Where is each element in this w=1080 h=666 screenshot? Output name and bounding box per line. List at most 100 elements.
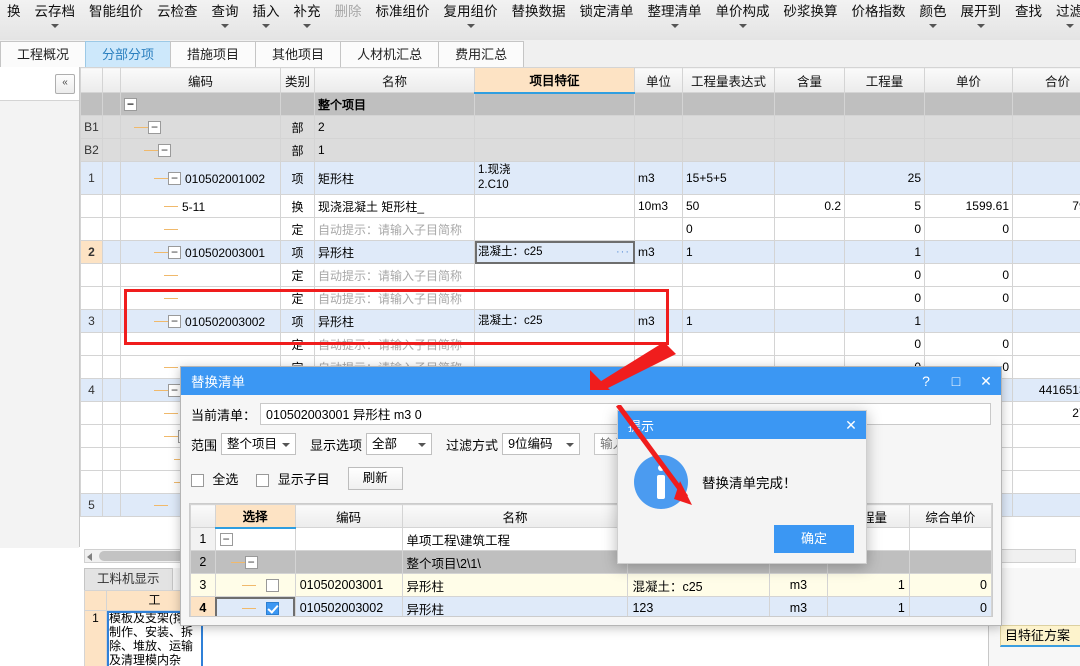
chevron-down-icon[interactable] — [738, 24, 747, 28]
ribbon-item-13[interactable]: 单价构成 — [709, 0, 777, 37]
expression-cell[interactable] — [682, 332, 775, 356]
total-price-cell[interactable] — [1012, 217, 1080, 241]
code-cell[interactable]: − — [120, 92, 281, 116]
rate-cell[interactable]: 0.2 — [774, 194, 845, 218]
unit-price-cell[interactable] — [924, 138, 1013, 162]
ribbon-item-12[interactable]: 整理清单 — [641, 0, 709, 37]
rate-cell[interactable] — [774, 138, 845, 162]
total-price-cell[interactable]: 441651354 — [1012, 378, 1080, 402]
scope-select[interactable]: 整个项目 — [221, 433, 297, 455]
total-price-cell[interactable] — [1012, 447, 1080, 471]
table-row[interactable]: 2−010502003001 项异形柱 混凝土：c25 ··· m3 1 1 — [80, 240, 1080, 264]
table-row[interactable]: 1 −010502001002 项矩形柱 1.现浇 2.C10 m3 15+5+5 25 — [80, 161, 1080, 195]
quantity-cell[interactable]: 25 — [844, 161, 925, 195]
dialog-table-row[interactable]: 4 010502003002 异形柱 123 m3 1 0 — [190, 596, 992, 616]
dialog-name-cell[interactable]: 单项工程\建筑工程 — [401, 527, 629, 551]
expand-toggle-icon[interactable]: − — [168, 246, 181, 260]
kind-cell[interactable]: 定 — [280, 217, 315, 241]
unit-price-cell[interactable]: 0 — [924, 263, 1013, 287]
dialog-col-header-3[interactable]: 名称 — [401, 504, 629, 528]
maximize-icon[interactable]: □ — [941, 367, 971, 395]
ribbon-item-6[interactable]: 补充 — [287, 0, 328, 37]
ribbon-item-19[interactable]: 过滤 — [1049, 0, 1080, 37]
ribbon-item-18[interactable]: 查找 — [1008, 0, 1049, 37]
table-row[interactable]: 定自动提示：请输入子目简称 0 0 0 — [80, 217, 1080, 241]
grid-col-header-1[interactable] — [102, 67, 121, 93]
expand-toggle-icon[interactable]: − — [168, 315, 181, 329]
grid-col-header-9[interactable]: 工程量 — [844, 67, 925, 93]
quantity-cell[interactable]: 5 — [844, 194, 925, 218]
tab-3[interactable]: 其他项目 — [255, 41, 342, 67]
table-row[interactable]: 3−010502003002 项异形柱 混凝土：c25 m3 1 1 — [80, 309, 1080, 333]
feature-cell[interactable] — [474, 286, 635, 310]
dialog-name-cell[interactable]: 整个项目\2\1\ — [401, 550, 629, 574]
unit-cell[interactable] — [634, 92, 683, 116]
quantity-cell[interactable]: 0 — [844, 217, 925, 241]
rate-cell[interactable] — [774, 115, 845, 139]
feature-cell[interactable]: 1.现浇 2.C10 — [474, 161, 635, 195]
code-cell[interactable] — [120, 217, 281, 241]
kind-cell[interactable]: 部 — [280, 115, 315, 139]
tab-1[interactable]: 分部分项 — [85, 41, 172, 67]
rate-cell[interactable] — [774, 161, 845, 195]
rate-cell[interactable] — [774, 217, 845, 241]
table-row[interactable]: 定自动提示：请输入子目简称 00 — [80, 263, 1080, 287]
total-price-cell[interactable]: 2752 — [1012, 401, 1080, 425]
table-row[interactable]: B1 − 部 2 — [80, 115, 1080, 139]
table-row[interactable]: − 整个项目 — [80, 92, 1080, 116]
ribbon-item-14[interactable]: 砂浆换算 — [777, 0, 845, 37]
filter-mode-select[interactable]: 9位编码 — [502, 433, 581, 455]
collapse-panel-button[interactable]: « — [55, 74, 75, 94]
unit-cell[interactable]: m3 — [634, 240, 683, 264]
ribbon-item-2[interactable]: 智能组价 — [82, 0, 150, 37]
ribbon-item-0[interactable]: 换 — [0, 0, 28, 37]
expand-toggle-icon[interactable]: − — [219, 533, 233, 547]
name-cell[interactable]: 2 — [314, 115, 475, 139]
code-cell[interactable]: − — [120, 138, 281, 162]
expand-toggle-icon[interactable]: − — [168, 172, 181, 186]
dialog-col-header-7[interactable]: 综合单价 — [908, 504, 992, 528]
chevron-down-icon[interactable] — [466, 24, 475, 28]
unit-price-cell[interactable] — [924, 240, 1013, 264]
ribbon-item-10[interactable]: 替换数据 — [505, 0, 573, 37]
quantity-cell[interactable] — [844, 115, 925, 139]
kind-cell[interactable]: 项 — [280, 309, 315, 333]
select-all-checkbox[interactable] — [191, 474, 204, 488]
unit-cell[interactable] — [634, 286, 683, 310]
feature-cell[interactable] — [474, 138, 635, 162]
quantity-cell[interactable] — [844, 92, 925, 116]
unit-cell[interactable] — [634, 332, 683, 356]
ribbon-item-1[interactable]: 云存档 — [28, 0, 83, 37]
dialog-code-cell[interactable] — [294, 550, 403, 574]
dialog-table-row[interactable]: 2 − 整个项目\2\1\ — [190, 550, 992, 574]
code-cell[interactable]: 5-11 — [120, 194, 281, 218]
quantity-cell[interactable]: 0 — [844, 263, 925, 287]
expression-cell[interactable] — [682, 286, 775, 310]
feature-cell[interactable] — [474, 194, 635, 218]
dialog-table-row[interactable]: 3 010502003001 异形柱 混凝土：c25 m3 1 0 — [190, 573, 992, 597]
grid-col-header-7[interactable]: 工程量表达式 — [682, 67, 775, 93]
dialog-col-header-1[interactable]: 选择 — [214, 504, 296, 529]
dialog-unit-price-cell[interactable] — [908, 527, 992, 551]
feature-cell[interactable] — [474, 92, 635, 116]
kind-cell[interactable]: 定 — [280, 263, 315, 287]
show-sub-checkbox-wrap[interactable]: 显示子目 — [256, 469, 330, 488]
row-checkbox[interactable] — [265, 579, 279, 593]
name-cell[interactable]: 异形柱 — [314, 240, 475, 264]
code-cell[interactable]: −010502003001 — [120, 240, 281, 264]
kind-cell[interactable]: 项 — [280, 240, 315, 264]
tab-2[interactable]: 措施项目 — [170, 41, 257, 67]
expression-cell[interactable]: 1 — [682, 240, 775, 264]
expression-cell[interactable] — [682, 115, 775, 139]
expression-cell[interactable]: 15+5+5 — [682, 161, 775, 195]
tab-gongliaoji[interactable]: 工料机显示 — [84, 568, 173, 590]
kind-cell[interactable]: 定 — [280, 332, 315, 356]
dialog-col-header-0[interactable] — [190, 504, 216, 528]
kind-cell[interactable]: 项 — [280, 161, 315, 195]
expression-cell[interactable]: 50 — [682, 194, 775, 218]
expression-cell[interactable] — [682, 138, 775, 162]
unit-price-cell[interactable]: 0 — [924, 332, 1013, 356]
quantity-cell[interactable]: 1 — [844, 240, 925, 264]
code-cell[interactable]: −010502003002 — [120, 309, 281, 333]
total-price-cell[interactable] — [1012, 138, 1080, 162]
